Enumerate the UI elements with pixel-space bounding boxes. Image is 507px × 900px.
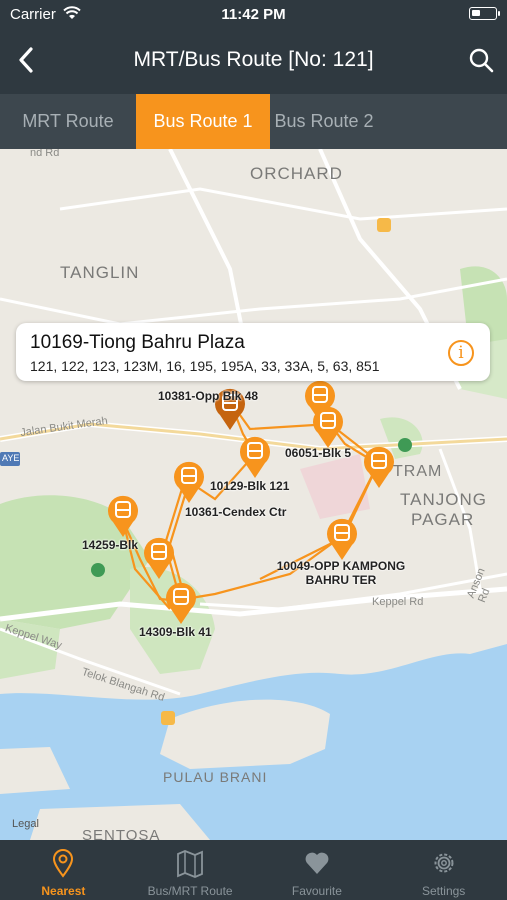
bus-stop-marker[interactable] [142,536,176,580]
navigation-bar: MRT/Bus Route [No: 121] [0,28,507,94]
status-bar: Carrier 11:42 PM [0,0,507,28]
tab-label: Favourite [291,884,342,898]
stop-label: 10129-Blk 121 [210,479,290,493]
status-time: 11:42 PM [221,6,286,23]
bottom-tab-bar: Nearest Bus/MRT Route Favourite Settings [0,840,507,900]
callout-title: 10169-Tiong Bahru Plaza [30,332,245,353]
area-label-tram: TRAM [393,463,443,480]
bus-stop-marker[interactable] [164,581,198,625]
tab-favourite[interactable]: Favourite [254,840,381,900]
tab-bus-route-2[interactable]: Bus Route 2 [270,94,378,149]
area-label-pulau-brani: PULAU BRANI [163,769,268,785]
page-title: MRT/Bus Route [No: 121] [133,48,374,71]
area-label-tanglin: TANGLIN [60,263,140,282]
stop-label: 10361-Cendex Ctr [185,505,287,519]
route-map[interactable]: ORCHARD TANGLIN TANJONG PAGAR PULAU BRAN… [0,149,507,840]
tab-mrt-route[interactable]: MRT Route [0,94,136,149]
search-icon[interactable] [467,46,495,74]
tab-bus-mrt-route[interactable]: Bus/MRT Route [127,840,254,900]
location-pin-icon [53,849,74,878]
stop-label: 10381-Opp Blk 48 [158,389,259,403]
gear-icon [434,853,454,873]
area-label-sentosa: SENTOSA [82,827,161,840]
info-icon[interactable]: i [448,340,474,366]
tab-label: Settings [421,884,466,898]
bus-stop-marker[interactable] [311,405,345,449]
stop-label: 10049-OPP KAMPONG BAHRU TER [276,559,406,587]
bus-stop-marker[interactable] [172,460,206,504]
tab-nearest[interactable]: Nearest [0,840,127,900]
heart-icon [305,852,329,874]
area-label-orchard: ORCHARD [250,164,343,183]
bus-stop-marker[interactable] [106,494,140,538]
road-label-aye: AYE [2,453,20,463]
stop-label: 06051-Blk 5 [285,446,352,460]
bus-stop-marker[interactable] [362,445,396,489]
tab-bus-route-1[interactable]: Bus Route 1 [136,94,270,149]
bus-stop-marker[interactable] [325,517,359,561]
map-icon [177,850,204,878]
callout-services: 121, 122, 123, 123M, 16, 195, 195A, 33, … [30,358,380,374]
tab-label: Bus/MRT Route [147,884,233,898]
tab-settings[interactable]: Settings [380,840,507,900]
tab-label: Nearest [41,884,86,898]
area-label-pagar: PAGAR [411,510,475,529]
bus-stop-callout[interactable]: 10169-Tiong Bahru Plaza 121, 122, 123, 1… [16,323,490,381]
road-label-nd-rd: nd Rd [30,149,60,159]
battery-icon [469,7,500,20]
stop-label: 14309-Blk 41 [139,625,212,639]
road-label-keppel-rd: Keppel Rd [372,596,424,608]
route-tabs: MRT Route Bus Route 1 Bus Route 2 [0,94,507,149]
legal-link[interactable]: Legal [12,818,39,830]
stop-label: 14259-Blk [82,538,139,552]
area-label-tanjong: TANJONG [400,490,487,509]
bus-stop-marker[interactable] [238,435,272,479]
